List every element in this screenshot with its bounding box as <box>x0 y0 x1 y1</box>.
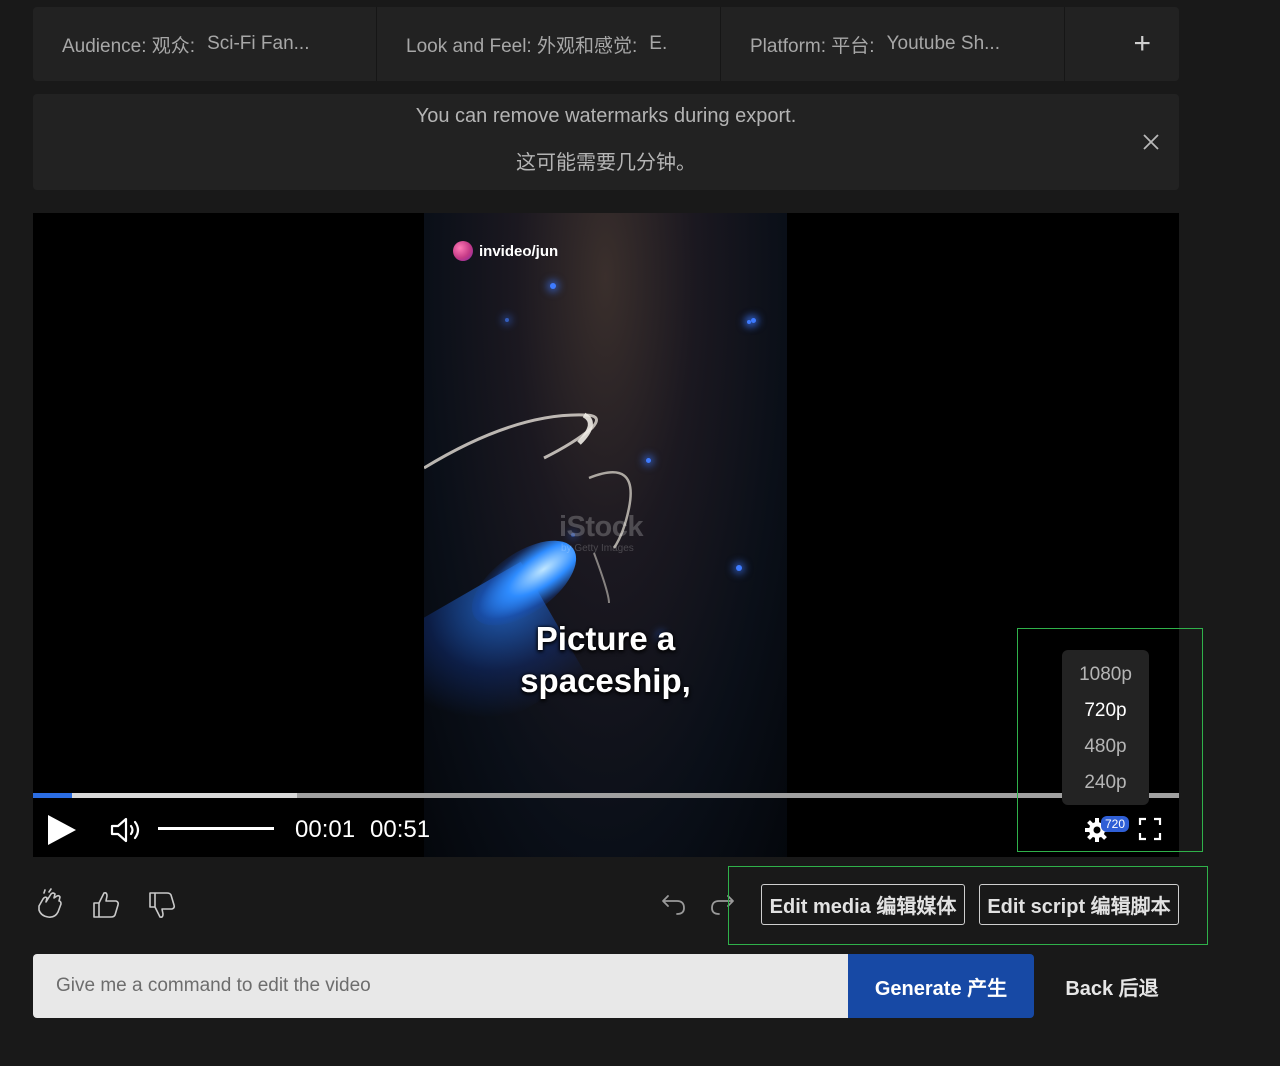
tags-bar: Audience: 观众: Sci-Fi Fan... Look and Fee… <box>33 7 1179 81</box>
quality-option-480p[interactable]: 480p <box>1062 731 1149 767</box>
invideo-logo-icon <box>453 241 473 261</box>
fullscreen-icon[interactable] <box>1138 817 1162 841</box>
video-caption: Picture a spaceship, <box>424 618 787 702</box>
stock-watermark: iStock <box>559 511 644 543</box>
notice-text-english: You can remove watermarks during export. <box>415 105 797 127</box>
video-frame[interactable]: invideo/jun iStock by Getty Images Pictu… <box>424 213 787 857</box>
video-player[interactable]: invideo/jun iStock by Getty Images Pictu… <box>33 213 1179 857</box>
undo-icon[interactable] <box>657 888 691 922</box>
current-time: 00:01 <box>295 816 356 843</box>
progress-bar[interactable] <box>33 793 1179 798</box>
thumbs-up-icon[interactable] <box>89 888 123 922</box>
tag-audience-value: Sci-Fi Fan... <box>207 33 310 54</box>
back-button[interactable]: Back 后退 <box>1050 954 1174 1018</box>
total-duration: 00:51 <box>370 816 431 843</box>
caption-line-1: Picture a <box>535 620 676 657</box>
stock-watermark-sub: by Getty Images <box>561 543 634 554</box>
quality-option-1080p[interactable]: 1080p <box>1062 659 1149 695</box>
brand-text: invideo/jun <box>479 242 559 260</box>
edit-media-button[interactable]: Edit media 编辑媒体 <box>761 884 965 925</box>
clap-icon[interactable] <box>33 888 67 922</box>
tag-platform-value: Youtube Sh... <box>886 33 1000 54</box>
plus-icon: + <box>1133 27 1151 60</box>
tag-platform[interactable]: Platform: 平台: Youtube Sh... <box>721 7 1065 81</box>
redo-icon[interactable] <box>705 888 739 922</box>
progress-buffered <box>33 793 297 798</box>
generate-button[interactable]: Generate 产生 <box>848 954 1034 1018</box>
notice-text-chinese: 这可能需要几分钟。 <box>516 152 696 174</box>
tag-look-and-feel[interactable]: Look and Feel: 外观和感觉: E. <box>377 7 721 81</box>
add-tag-button[interactable]: + <box>1065 7 1179 81</box>
volume-slider[interactable] <box>158 827 274 830</box>
volume-icon[interactable] <box>109 816 145 844</box>
quality-badge: 720 <box>1101 816 1130 832</box>
thumbs-down-icon[interactable] <box>145 888 179 922</box>
command-input[interactable] <box>33 954 848 1018</box>
tag-audience[interactable]: Audience: 观众: Sci-Fi Fan... <box>33 7 377 81</box>
quality-menu: 1080p 720p 480p 240p <box>1062 650 1149 805</box>
quality-option-720p[interactable]: 720p <box>1062 695 1149 731</box>
tag-look-label: Look and Feel: 外观和感觉: <box>406 35 638 57</box>
caption-line-2: spaceship, <box>520 662 691 699</box>
quality-option-240p[interactable]: 240p <box>1062 767 1149 803</box>
brand-watermark: invideo/jun <box>453 241 558 261</box>
tag-audience-label: Audience: 观众: <box>62 35 196 57</box>
close-icon[interactable] <box>1139 130 1163 154</box>
progress-played <box>33 793 72 798</box>
edit-script-button[interactable]: Edit script 编辑脚本 <box>979 884 1179 925</box>
play-icon[interactable] <box>46 814 78 846</box>
tag-platform-label: Platform: 平台: <box>750 35 875 57</box>
tag-look-value: E. <box>649 33 668 54</box>
watermark-notice: You can remove watermarks during export.… <box>33 94 1179 190</box>
